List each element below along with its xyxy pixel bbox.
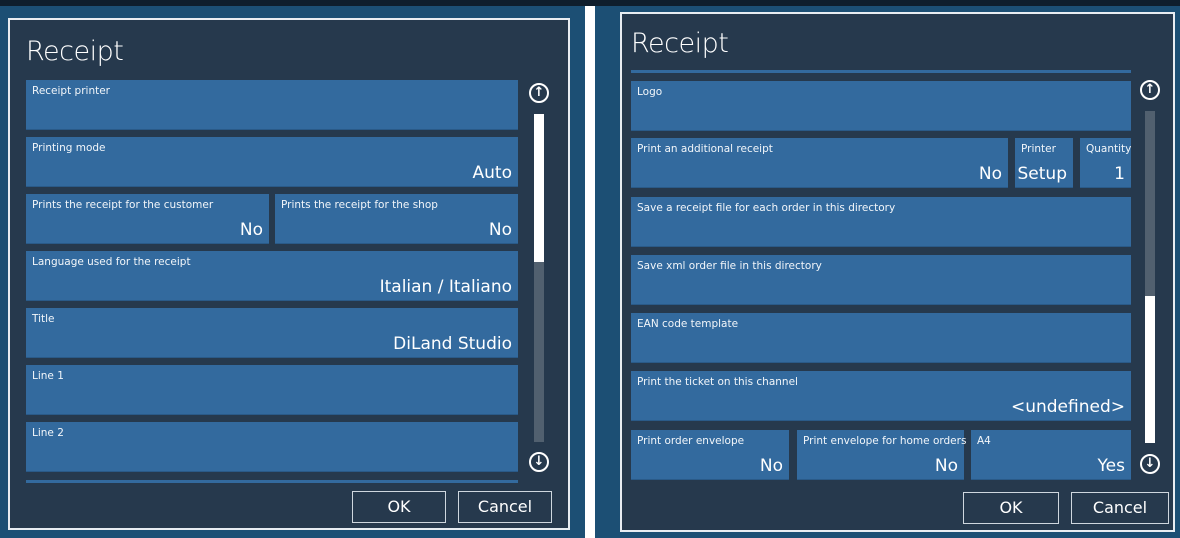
arrow-down-circle-icon[interactable]: ↓ — [1140, 454, 1160, 474]
printing-mode-field[interactable]: Printing mode Auto — [26, 137, 518, 187]
line2-label: Line 2 — [32, 427, 64, 439]
home-envelope-field[interactable]: Print envelope for home orders No — [797, 430, 967, 480]
language-value: Italian / Italiano — [379, 277, 512, 297]
scrollbar-thumb[interactable] — [534, 114, 544, 262]
ean-template-label: EAN code template — [637, 318, 739, 330]
cancel-button[interactable]: Cancel — [1071, 492, 1169, 524]
background-gap — [585, 0, 595, 538]
a4-field[interactable]: A4 Yes — [971, 430, 1131, 480]
xml-directory-label: Save xml order file in this directory — [637, 260, 822, 272]
ticket-channel-value: <undefined> — [1010, 397, 1125, 417]
printing-mode-label: Printing mode — [32, 142, 106, 154]
shop-receipt-field[interactable]: Prints the receipt for the shop No — [275, 194, 518, 244]
language-field[interactable]: Language used for the receipt Italian / … — [26, 251, 518, 301]
language-label: Language used for the receipt — [32, 256, 191, 268]
quantity-field[interactable]: Quantity 1 — [1080, 138, 1131, 188]
ean-template-field[interactable]: EAN code template — [631, 313, 1131, 363]
cancel-button[interactable]: Cancel — [458, 491, 552, 523]
printing-mode-value: Auto — [472, 163, 512, 183]
quantity-label: Quantity — [1086, 143, 1132, 155]
customer-receipt-field[interactable]: Prints the receipt for the customer No — [26, 194, 269, 244]
ticket-channel-label: Print the ticket on this channel — [637, 376, 798, 388]
shop-receipt-value: No — [488, 220, 512, 240]
title-label: Title — [32, 313, 55, 325]
a4-value: Yes — [1097, 456, 1125, 476]
printer-value: Setup — [1017, 164, 1067, 184]
arrow-down-circle-icon[interactable]: ↓ — [529, 452, 549, 472]
shop-receipt-label: Prints the receipt for the shop — [281, 199, 438, 211]
dialog-title: Receipt — [631, 28, 729, 59]
home-envelope-label: Print envelope for home orders — [803, 435, 967, 447]
line1-label: Line 1 — [32, 370, 64, 382]
home-envelope-value: No — [934, 456, 958, 476]
dialog-title: Receipt — [26, 36, 124, 67]
ticket-channel-field[interactable]: Print the ticket on this channel <undefi… — [631, 371, 1131, 421]
receipt-dialog-right: Receipt Logo Print an additional receipt… — [620, 12, 1175, 532]
order-envelope-label: Print order envelope — [637, 435, 745, 447]
printer-field[interactable]: Printer Setup — [1015, 138, 1073, 188]
receipt-dialog-left: Receipt Receipt printer Printing mode Au… — [8, 18, 570, 530]
order-envelope-field[interactable]: Print order envelope No — [631, 430, 789, 480]
background-top-edge — [0, 0, 1180, 6]
logo-label: Logo — [637, 86, 663, 98]
quantity-value: 1 — [1114, 164, 1125, 184]
additional-receipt-label: Print an additional receipt — [637, 143, 773, 155]
additional-receipt-value: No — [978, 164, 1002, 184]
title-value: DiLand Studio — [393, 334, 512, 354]
ok-button[interactable]: OK — [963, 492, 1059, 524]
arrow-up-circle-icon[interactable]: ↑ — [1140, 80, 1160, 100]
customer-receipt-label: Prints the receipt for the customer — [32, 199, 214, 211]
additional-receipt-field[interactable]: Print an additional receipt No — [631, 138, 1008, 188]
title-field[interactable]: Title DiLand Studio — [26, 308, 518, 358]
customer-receipt-value: No — [239, 220, 263, 240]
list-top-edge — [631, 70, 1131, 73]
line2-field[interactable]: Line 2 — [26, 422, 518, 472]
receipt-directory-field[interactable]: Save a receipt file for each order in th… — [631, 197, 1131, 247]
receipt-directory-label: Save a receipt file for each order in th… — [637, 202, 896, 214]
scrollbar-thumb[interactable] — [1145, 296, 1155, 443]
receipt-printer-field[interactable]: Receipt printer — [26, 80, 518, 130]
ok-button[interactable]: OK — [352, 491, 446, 523]
logo-field[interactable]: Logo — [631, 81, 1131, 131]
order-envelope-value: No — [759, 456, 783, 476]
list-bottom-edge — [26, 480, 518, 483]
a4-label: A4 — [977, 435, 991, 447]
line1-field[interactable]: Line 1 — [26, 365, 518, 415]
arrow-up-circle-icon[interactable]: ↑ — [529, 83, 549, 103]
receipt-printer-label: Receipt printer — [32, 85, 111, 97]
printer-label: Printer — [1021, 143, 1056, 155]
xml-directory-field[interactable]: Save xml order file in this directory — [631, 255, 1131, 305]
